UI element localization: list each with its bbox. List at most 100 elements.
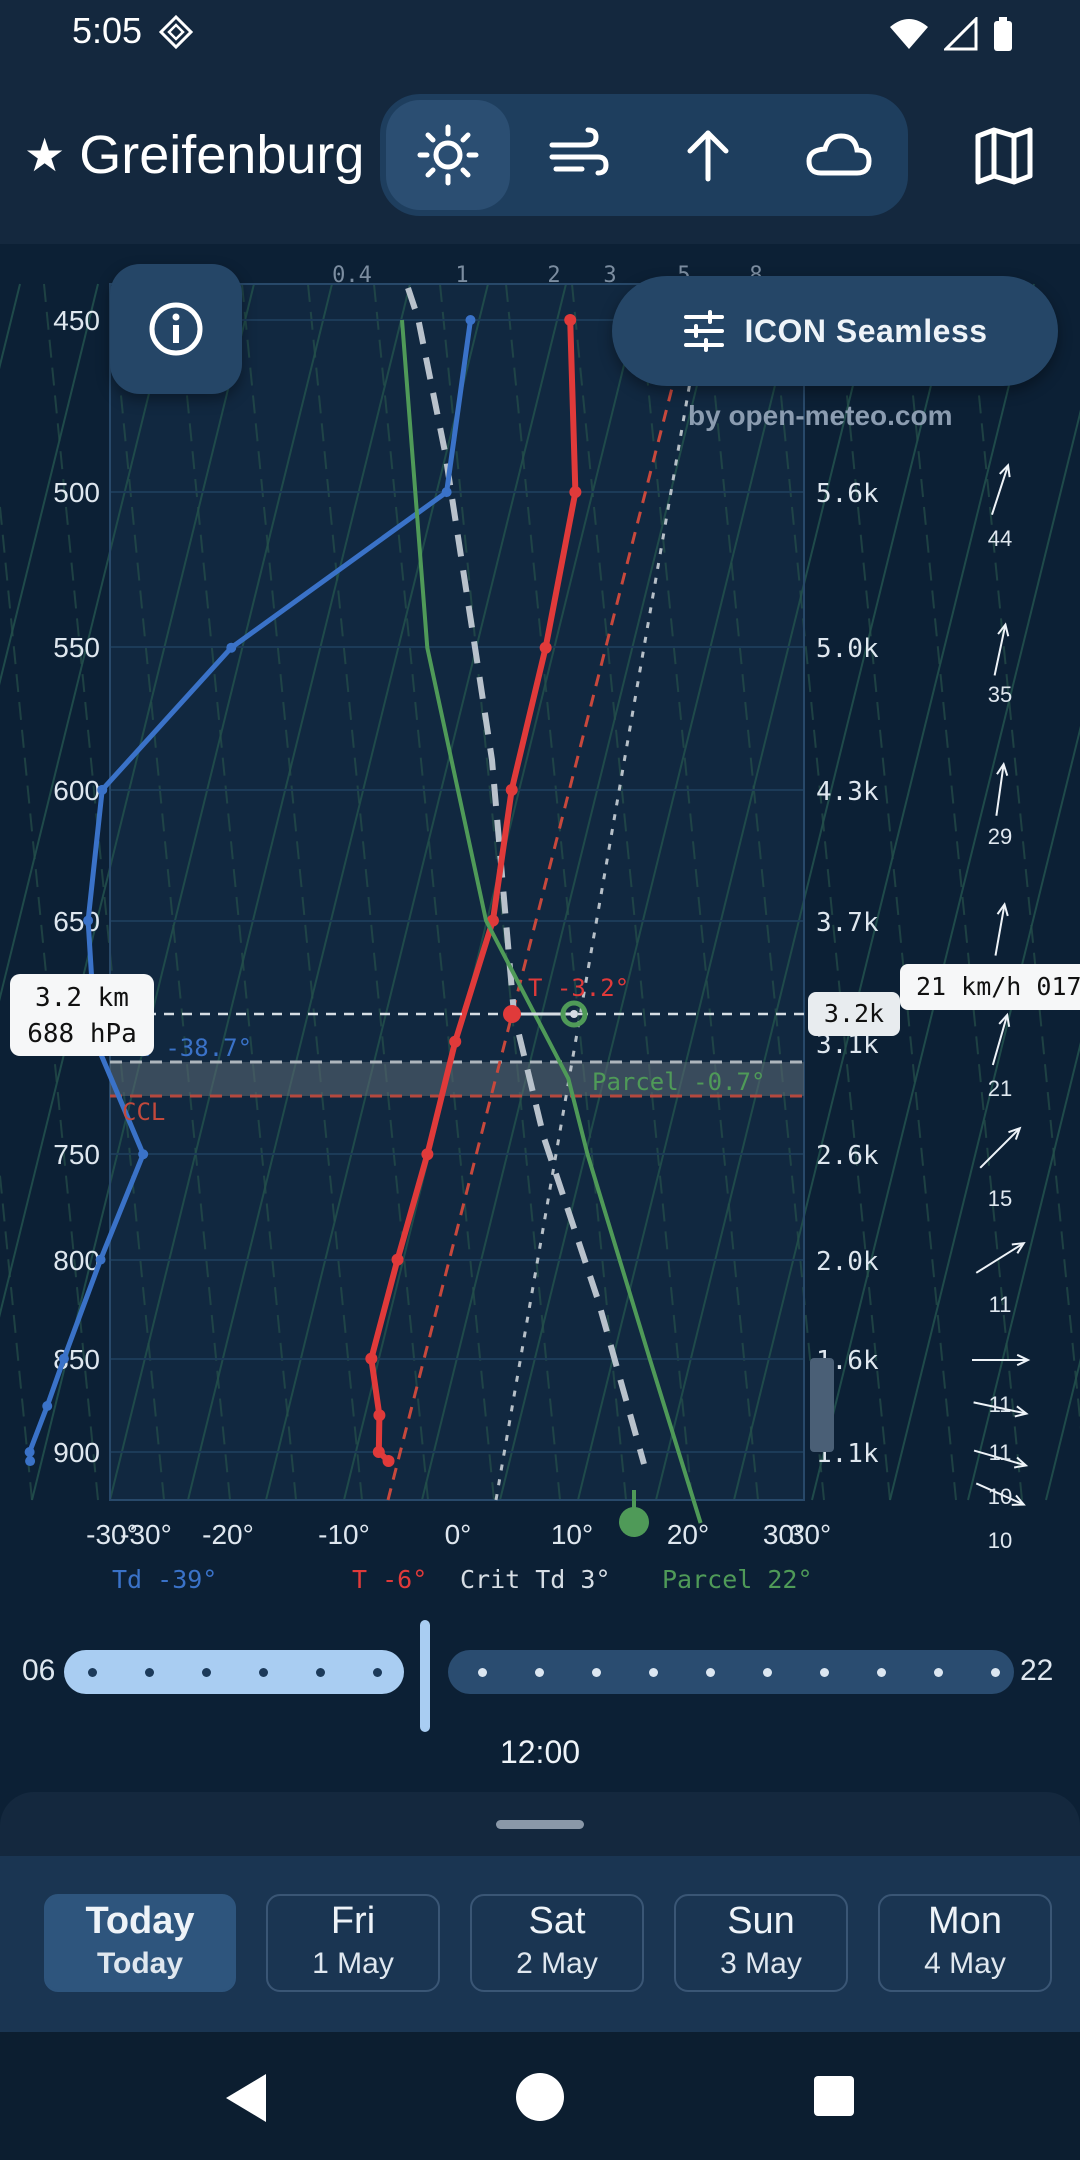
tune-icon xyxy=(684,310,725,352)
time-step-dot[interactable] xyxy=(478,1668,487,1677)
day-tab-mon[interactable]: Mon 4 May xyxy=(878,1894,1052,1992)
cloud-mode-button[interactable] xyxy=(776,100,900,210)
time-step-dot[interactable] xyxy=(706,1668,715,1677)
temperature-point xyxy=(564,314,577,326)
temperature-point xyxy=(569,486,582,499)
temperature-point xyxy=(391,1253,404,1266)
altitude-label: 5.6k xyxy=(816,479,879,509)
wind-mode-button[interactable] xyxy=(516,100,640,210)
app-bar: ★ Greifenburg xyxy=(0,66,1080,244)
time-track-past[interactable] xyxy=(64,1650,404,1694)
time-step-dot[interactable] xyxy=(202,1668,211,1677)
x-tick-label: 10° xyxy=(551,1519,593,1550)
adiabat-gridline xyxy=(967,283,1080,1430)
wind-speed-label: 11 xyxy=(989,1440,1012,1465)
sun-icon xyxy=(417,124,479,186)
altitude-label: 2.0k xyxy=(816,1247,879,1277)
temperature-point xyxy=(372,1446,385,1458)
recents-icon[interactable] xyxy=(812,2074,856,2118)
time-slider-handle[interactable] xyxy=(420,1620,430,1732)
day-tab-sun[interactable]: Sun 3 May xyxy=(674,1894,848,1992)
pressure-label: 650 xyxy=(53,906,100,937)
wind-speed-label: 44 xyxy=(988,526,1012,551)
time-step-dot[interactable] xyxy=(88,1668,97,1677)
time-step-dot[interactable] xyxy=(934,1668,943,1677)
back-icon[interactable] xyxy=(222,2072,270,2124)
time-step-dot[interactable] xyxy=(649,1668,658,1677)
legend-crit-td: Crit Td 3° xyxy=(460,1565,611,1594)
temperature-point xyxy=(449,1035,462,1048)
wind-speed-label: 11 xyxy=(989,1292,1012,1317)
sheet-drag-handle[interactable] xyxy=(496,1820,584,1829)
x-tick-label: 0° xyxy=(445,1519,472,1550)
time-step-dot[interactable] xyxy=(763,1668,772,1677)
data-credit[interactable]: by open-meteo.com xyxy=(688,400,952,432)
wind-speed-label: 15 xyxy=(988,1186,1012,1211)
time-step-dot[interactable] xyxy=(316,1668,325,1677)
time-step-dot[interactable] xyxy=(535,1668,544,1677)
info-button[interactable] xyxy=(110,264,242,394)
x-tick-label: 20° xyxy=(667,1519,709,1550)
legend-parcel: Parcel 22° xyxy=(662,1565,813,1594)
altitude-label: 3.7k xyxy=(816,908,879,938)
arrow-up-icon xyxy=(687,130,729,182)
time-step-dot[interactable] xyxy=(259,1668,268,1677)
home-icon[interactable] xyxy=(515,2072,565,2122)
day-tab-today[interactable]: Today Today xyxy=(44,1894,236,1992)
top-scale-label: 3 xyxy=(603,263,616,288)
top-scale-label: 0.4 xyxy=(332,263,372,288)
wind-speed-label: 21 xyxy=(988,1076,1012,1101)
mode-selector xyxy=(380,94,908,216)
sun-mode-button[interactable] xyxy=(386,100,510,210)
time-step-dot[interactable] xyxy=(145,1668,154,1677)
dewpoint-point xyxy=(97,784,108,795)
parcel-start-marker[interactable] xyxy=(619,1507,649,1537)
x-tick-label: -30° xyxy=(120,1519,172,1550)
time-step-dot[interactable] xyxy=(991,1668,1000,1677)
status-bar: 5:05 xyxy=(0,0,1080,66)
temperature-point xyxy=(373,1409,386,1422)
day-date: 3 May xyxy=(720,1947,802,1980)
time-step-dot[interactable] xyxy=(592,1668,601,1677)
time-step-dot[interactable] xyxy=(877,1668,886,1677)
model-selector-button[interactable]: ICON Seamless xyxy=(612,276,1058,386)
adiabat-gridline xyxy=(0,1165,33,1501)
location-title[interactable]: ★ Greifenburg xyxy=(24,124,364,186)
legend-td: Td -39° xyxy=(112,1565,217,1594)
time-slider[interactable]: 06 22 12:00 xyxy=(0,1620,1080,1780)
location-name: Greifenburg xyxy=(79,125,365,185)
dewpoint-point xyxy=(42,1400,53,1411)
day-date: 1 May xyxy=(312,1947,394,1980)
top-scale-label: 2 xyxy=(547,263,560,288)
time-step-dot[interactable] xyxy=(820,1668,829,1677)
day-name: Sun xyxy=(727,1900,795,1942)
dewpoint-point xyxy=(441,487,452,498)
cloud-base-indicator xyxy=(810,1358,834,1452)
wind-speed-label: 11 xyxy=(989,1392,1012,1417)
status-time: 5:05 xyxy=(72,10,143,51)
time-track-future[interactable] xyxy=(448,1650,1014,1694)
temperature-point xyxy=(505,783,518,796)
day-name: Fri xyxy=(330,1900,376,1942)
temperature-point xyxy=(539,641,552,654)
pressure-label: 750 xyxy=(53,1139,100,1170)
wind-speed-label: 35 xyxy=(988,682,1012,707)
day-tab-fri[interactable]: Fri 1 May xyxy=(266,1894,440,1992)
map-icon[interactable] xyxy=(972,124,1036,188)
skewt-chart-svg[interactable]: 0.412358 450500550600650750800850900 5.6… xyxy=(0,244,1080,1600)
battery-icon xyxy=(994,17,1012,51)
dewpoint-point xyxy=(25,1456,36,1467)
dewpoint-point xyxy=(95,1254,106,1265)
cursor-altitude-tooltip: 3.2k xyxy=(808,992,900,1036)
selected-time: 12:00 xyxy=(499,1734,581,1770)
time-step-dot[interactable] xyxy=(373,1668,382,1677)
parcel-label: Parcel -0.7° xyxy=(592,1068,765,1096)
day-tab-sat[interactable]: Sat 2 May xyxy=(470,1894,644,1992)
star-icon[interactable]: ★ xyxy=(24,128,65,182)
pressure-label: 600 xyxy=(53,775,100,806)
x-tick-label: -10° xyxy=(318,1519,370,1550)
day-name: Mon xyxy=(928,1900,1002,1942)
updraft-mode-button[interactable] xyxy=(646,100,770,210)
skewt-chart[interactable]: 0.412358 450500550600650750800850900 5.6… xyxy=(0,244,1080,1600)
model-name: ICON Seamless xyxy=(744,312,988,349)
